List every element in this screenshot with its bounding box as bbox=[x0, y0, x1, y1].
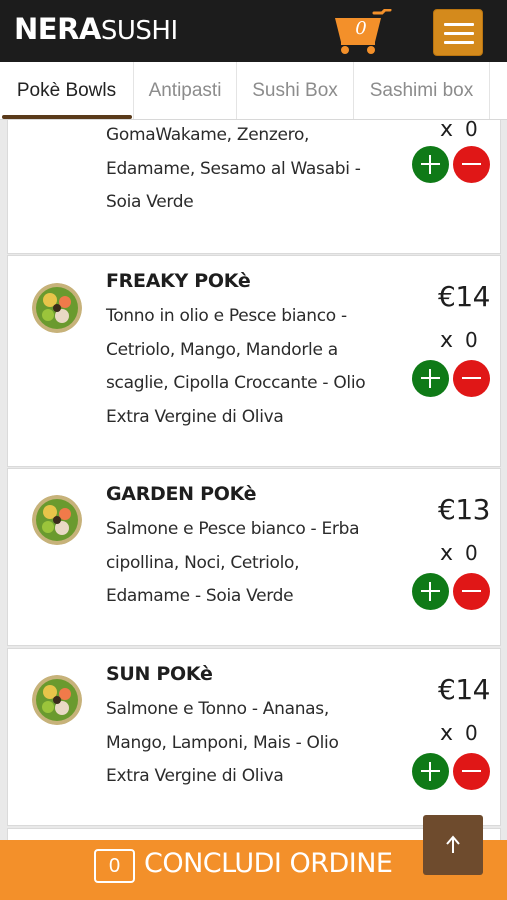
order-count-badge: 0 bbox=[94, 849, 135, 883]
arrow-up-icon bbox=[446, 835, 460, 853]
hamburger-menu-icon bbox=[444, 41, 474, 44]
tab-antipasti[interactable]: Antipasti bbox=[134, 62, 237, 119]
product-card: SUN POKè Salmone e Tonno - Ananas, Mango… bbox=[7, 648, 501, 826]
product-price: €14 bbox=[438, 673, 490, 706]
product-card: GARDEN POKè Salmone e Pesce bianco - Erb… bbox=[7, 468, 501, 646]
scroll-to-top-button[interactable] bbox=[423, 815, 483, 875]
product-price: €14 bbox=[438, 280, 490, 313]
add-button[interactable] bbox=[412, 753, 449, 790]
product-card: FREAKY POKè Tonno in olio e Pesce bianco… bbox=[7, 255, 501, 467]
add-button[interactable] bbox=[412, 360, 449, 397]
brand-logo[interactable]: NERASUSHI bbox=[14, 12, 178, 46]
quantity-display: x0 bbox=[440, 721, 478, 746]
remove-button[interactable] bbox=[453, 753, 490, 790]
add-button[interactable] bbox=[412, 573, 449, 610]
hamburger-menu-icon bbox=[444, 23, 474, 26]
product-name: SUN POKè bbox=[106, 663, 213, 685]
active-tab-indicator bbox=[2, 115, 132, 119]
poke-bowl-image bbox=[32, 495, 82, 545]
poke-bowl-image bbox=[32, 675, 82, 725]
product-price: €13 bbox=[438, 493, 490, 526]
menu-button[interactable] bbox=[433, 9, 483, 56]
product-name: GARDEN POKè bbox=[106, 483, 257, 505]
remove-button[interactable] bbox=[453, 360, 490, 397]
cart-count: 0 bbox=[355, 18, 367, 39]
remove-button[interactable] bbox=[453, 573, 490, 610]
category-tabs: Pokè Bowls Antipasti Sushi Box Sashimi b… bbox=[0, 62, 507, 120]
remove-button[interactable] bbox=[453, 146, 490, 183]
app-screen: GomaWakame, Zenzero, Edamame, Sesamo al … bbox=[0, 0, 507, 900]
tab-sashimi-box[interactable]: Sashimi box bbox=[354, 62, 490, 119]
tab-poke-bowls[interactable]: Pokè Bowls bbox=[0, 62, 134, 119]
product-description: Salmone e Pesce bianco - Erba cipollina,… bbox=[106, 519, 360, 606]
poke-bowl-image bbox=[32, 283, 82, 333]
app-header: NERASUSHI 0 bbox=[0, 0, 507, 62]
cart-button[interactable]: 0 bbox=[330, 8, 392, 55]
hamburger-menu-icon bbox=[444, 32, 474, 35]
product-description: GomaWakame, Zenzero, Edamame, Sesamo al … bbox=[106, 125, 361, 212]
tab-more[interactable] bbox=[490, 62, 507, 119]
quantity-display: x0 bbox=[440, 117, 478, 142]
quantity-display: x0 bbox=[440, 328, 478, 353]
conclude-order-label: CONCLUDI ORDINE bbox=[144, 848, 393, 879]
product-description: Salmone e Tonno - Ananas, Mango, Lamponi… bbox=[106, 699, 339, 786]
quantity-display: x0 bbox=[440, 541, 478, 566]
add-button[interactable] bbox=[412, 146, 449, 183]
product-name: FREAKY POKè bbox=[106, 270, 251, 292]
tab-sushi-box[interactable]: Sushi Box bbox=[237, 62, 354, 119]
product-description: Tonno in olio e Pesce bianco - Cetriolo,… bbox=[106, 306, 366, 427]
